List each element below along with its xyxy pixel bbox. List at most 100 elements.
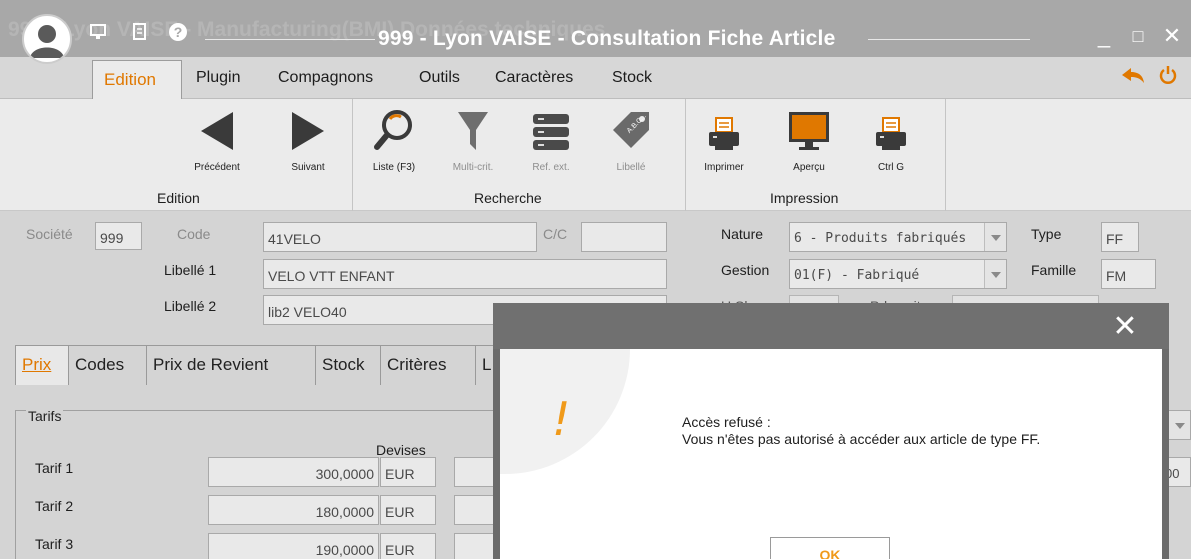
- group-impression-label: Impression: [770, 190, 839, 206]
- tab-prix[interactable]: Prix: [15, 345, 69, 385]
- tarif3-currency[interactable]: EUR: [380, 533, 436, 559]
- tab-codes[interactable]: Codes: [68, 345, 147, 385]
- ctrlg-label: Ctrl G: [877, 162, 905, 173]
- group-recherche-label: Recherche: [474, 190, 542, 206]
- societe-field[interactable]: 999: [95, 222, 142, 250]
- menu-outils[interactable]: Outils: [419, 69, 460, 87]
- cc-field[interactable]: [581, 222, 667, 252]
- ribbon-separator: [945, 99, 946, 211]
- nature-label: Nature: [721, 226, 764, 242]
- chevron-down-icon[interactable]: [984, 223, 1006, 251]
- imprimer-button[interactable]: Imprimer: [696, 106, 752, 173]
- dialog-message-line2: Vous n'êtes pas autorisé à accéder aux a…: [682, 431, 1041, 447]
- left-arrow-icon: [187, 106, 247, 152]
- apercu-button[interactable]: Aperçu: [782, 106, 836, 173]
- multicrit-button[interactable]: Multi-crit.: [448, 106, 498, 173]
- monitor-preview-icon: [782, 106, 836, 152]
- tarif2-currency[interactable]: EUR: [380, 495, 436, 525]
- type-field[interactable]: FF: [1101, 222, 1139, 252]
- cc-label: C/C: [543, 226, 568, 242]
- tarif3-value[interactable]: 190,0000: [208, 533, 379, 559]
- tab-stock-label: Stock: [322, 355, 365, 374]
- societe-label: Société: [26, 226, 73, 242]
- menu-caracteres[interactable]: Caractères: [495, 69, 573, 87]
- tab-criteres[interactable]: Critères: [380, 345, 476, 385]
- ctrlg-button[interactable]: Ctrl G: [866, 106, 916, 173]
- search-icon: [362, 106, 426, 152]
- tab-criteres-label: Critères: [387, 355, 447, 374]
- svg-text:?: ?: [174, 24, 183, 40]
- printer-icon: [696, 106, 752, 152]
- gestion-label: Gestion: [721, 262, 770, 278]
- right-arrow-icon: [280, 106, 336, 152]
- libelle-button[interactable]: A.B.C... Libellé: [606, 106, 656, 173]
- user-avatar[interactable]: [22, 14, 72, 64]
- tab-codes-label: Codes: [75, 355, 125, 374]
- type-label: Type: [1031, 226, 1062, 242]
- menu-plugin[interactable]: Plugin: [196, 69, 240, 87]
- close-window-button[interactable]: ✕: [1160, 24, 1184, 48]
- ribbon-separator: [352, 99, 353, 211]
- dialog-message: Accès refusé : Vous n'êtes pas autorisé …: [682, 414, 1040, 448]
- tarif1-currency[interactable]: EUR: [380, 457, 436, 487]
- precedent-label: Précédent: [194, 162, 240, 173]
- code-label: Code: [177, 226, 211, 242]
- code-field[interactable]: 41VELO: [263, 222, 537, 252]
- multicrit-label: Multi-crit.: [452, 162, 494, 173]
- refext-label: Ref. ext.: [532, 162, 570, 173]
- gestion-value: 01(F) - Fabriqué: [794, 268, 920, 283]
- famille-label: Famille: [1031, 262, 1077, 278]
- menu-stock[interactable]: Stock: [612, 69, 652, 87]
- gestion-select[interactable]: 01(F) - Fabriqué: [789, 259, 1007, 289]
- label-tag-icon: A.B.C...: [606, 106, 656, 152]
- suivant-label: Suivant: [291, 162, 325, 173]
- chevron-down-icon[interactable]: [1168, 411, 1190, 439]
- title-divider-right: [868, 39, 1030, 40]
- dialog-header: [493, 303, 1169, 349]
- menu-edition[interactable]: Edition: [92, 60, 182, 100]
- ok-button[interactable]: OK: [770, 537, 890, 559]
- tab-stock[interactable]: Stock: [315, 345, 381, 385]
- group-edition-label: Edition: [157, 190, 200, 206]
- title-divider-left: [205, 39, 375, 40]
- app-window: 999 - Lyon VAISE - Manufacturing(BMI) Do…: [0, 0, 1191, 559]
- power-icon[interactable]: [1158, 65, 1178, 88]
- precedent-button[interactable]: Précédent: [187, 106, 247, 173]
- tab-prix-revient-label: Prix de Revient: [153, 355, 269, 374]
- tarif1-value[interactable]: 300,0000: [208, 457, 379, 487]
- server-icon: [526, 106, 576, 152]
- maximize-button[interactable]: □: [1126, 24, 1150, 48]
- dialog-close-button[interactable]: ✕: [1111, 312, 1139, 342]
- help-icon[interactable]: ?: [168, 22, 188, 42]
- libelle2-label: Libellé 2: [164, 298, 217, 314]
- menu-compagnons[interactable]: Compagnons: [278, 69, 373, 87]
- tab-partial-label: L: [482, 355, 492, 374]
- famille-field[interactable]: FM: [1101, 259, 1156, 289]
- libelle1-field[interactable]: VELO VTT ENFANT: [263, 259, 667, 289]
- tab-prix-label: Prix: [22, 355, 52, 374]
- liste-button[interactable]: Liste (F3): [362, 106, 426, 173]
- tarif2-label: Tarif 2: [35, 498, 74, 514]
- libelle1-label: Libellé 1: [164, 262, 217, 278]
- printer-icon: [866, 106, 916, 152]
- tarifs-legend: Tarifs: [26, 408, 64, 424]
- devises-header: Devises: [376, 442, 426, 458]
- suivant-button[interactable]: Suivant: [280, 106, 336, 173]
- filter-icon: [448, 106, 498, 152]
- tab-prix-revient[interactable]: Prix de Revient: [146, 345, 316, 385]
- libelle-label: Libellé: [616, 162, 646, 173]
- monitor-icon[interactable]: [88, 22, 108, 42]
- tarif2-value[interactable]: 180,0000: [208, 495, 379, 525]
- document-icon[interactable]: [130, 22, 150, 42]
- tarif3-label: Tarif 3: [35, 536, 74, 552]
- imprimer-label: Imprimer: [704, 162, 744, 173]
- dialog-message-line1: Accès refusé :: [682, 414, 771, 430]
- back-arrow-icon[interactable]: [1120, 66, 1146, 89]
- ribbon-separator: [685, 99, 686, 211]
- nature-select[interactable]: 6 - Produits fabriqués: [789, 222, 1007, 252]
- refext-button[interactable]: Ref. ext.: [526, 106, 576, 173]
- minimize-button[interactable]: _: [1092, 24, 1116, 48]
- warning-icon: !: [552, 392, 571, 446]
- window-title: 999 - Lyon VAISE - Consultation Fiche Ar…: [378, 27, 836, 50]
- chevron-down-icon[interactable]: [984, 260, 1006, 288]
